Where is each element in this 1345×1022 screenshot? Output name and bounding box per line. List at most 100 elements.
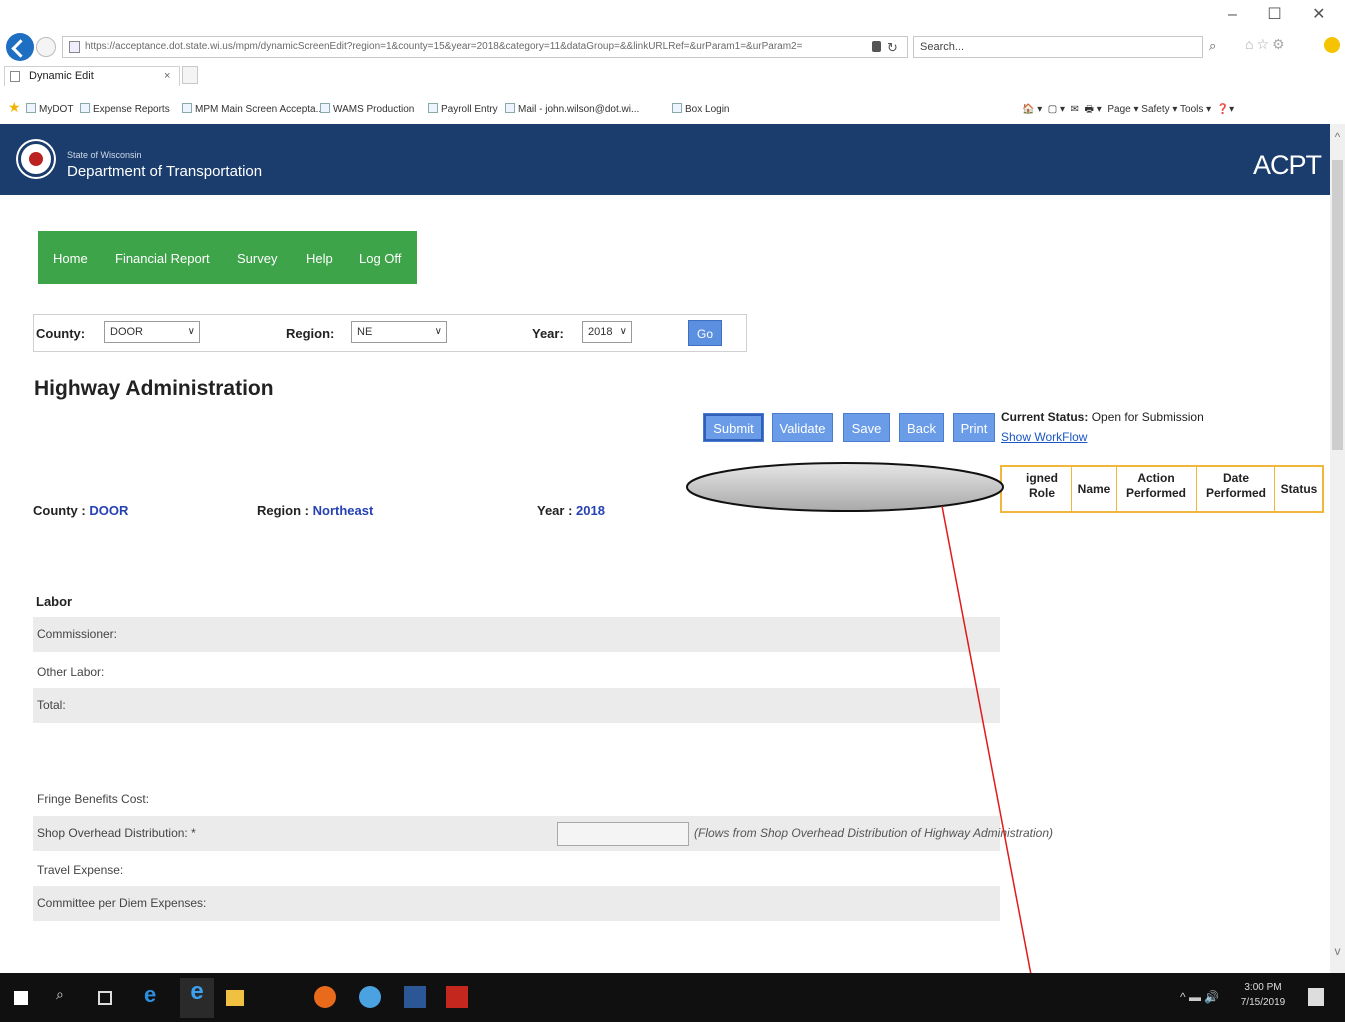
clock-date: 7/15/2019 [1240, 997, 1286, 1008]
row-travel-expense: Travel Expense: [33, 853, 1000, 888]
nav-survey[interactable]: Survey [237, 251, 277, 266]
wf-header-date-performed: Date Performed [1205, 471, 1267, 500]
nav-financial-report[interactable]: Financial Report [115, 251, 210, 266]
region-select[interactable]: NE ∨ [351, 321, 447, 343]
notifications-icon[interactable] [1308, 988, 1324, 1006]
favorite-icon [26, 103, 36, 113]
page-icon [10, 71, 20, 82]
nav-home[interactable]: Home [53, 251, 88, 266]
address-bar[interactable]: https://acceptance.dot.state.wi.us/mpm/d… [62, 36, 908, 58]
submit-button[interactable]: Submit [703, 413, 764, 442]
tab-title: Dynamic Edit [29, 70, 94, 82]
annotation-pointer-line [941, 505, 1041, 1022]
print-button[interactable]: Print [953, 413, 995, 442]
current-status-label: Current Status: [1001, 410, 1089, 424]
chevron-down-icon: ∨ [187, 326, 195, 337]
favorite-mail[interactable]: Mail - john.wilson@dot.wi... [505, 103, 639, 115]
scroll-thumb[interactable] [1332, 160, 1343, 450]
show-workflow-link[interactable]: Show WorkFlow [1001, 430, 1087, 444]
current-status: Current Status: Open for Submission [1001, 410, 1204, 424]
info-region-value: Northeast [312, 503, 374, 518]
page-title: Highway Administration [34, 377, 274, 400]
row-label: Commissioner: [37, 627, 118, 641]
browser-toolbar-icons[interactable]: ⌂☆⚙ [1245, 36, 1288, 53]
row-label: Fringe Benefits Cost: [37, 792, 150, 806]
row-label: Total: [37, 698, 66, 712]
internet-explorer-icon[interactable]: e [180, 978, 214, 1018]
refresh-icon[interactable]: ↻ [887, 40, 898, 56]
new-tab-button[interactable] [182, 66, 198, 84]
search-icon[interactable]: ⌕ [56, 986, 78, 1008]
labor-heading: Labor [36, 594, 73, 609]
task-view-icon[interactable] [98, 991, 112, 1005]
favorite-payroll[interactable]: Payroll Entry [428, 103, 498, 115]
wf-header-name: Name [1077, 482, 1111, 496]
favorites-star-icon[interactable]: ★ [8, 99, 21, 116]
year-select[interactable]: 2018 ∨ [582, 321, 632, 343]
favorite-icon [320, 103, 330, 113]
county-select[interactable]: DOOR ∨ [104, 321, 200, 343]
chevron-up-icon[interactable]: ^ [1330, 130, 1345, 144]
go-button[interactable]: Go [688, 320, 722, 346]
region-label: Region: [286, 326, 335, 341]
back-button[interactable]: Back [899, 413, 944, 442]
search-icon[interactable]: ⌕ [1209, 38, 1216, 54]
chevron-down-icon: ∨ [434, 326, 442, 337]
favorite-mpm[interactable]: MPM Main Screen Accepta... [182, 103, 324, 115]
forward-arrow-icon[interactable] [36, 37, 56, 57]
window-controls[interactable]: – ☐ ✕ [1228, 4, 1338, 24]
skype-icon[interactable] [359, 986, 381, 1008]
tab-dynamic-edit[interactable]: Dynamic Edit [4, 66, 180, 86]
header-state: State of Wisconsin [67, 150, 142, 160]
info-year-label: Year : [537, 503, 573, 518]
back-arrow-icon[interactable] [6, 33, 34, 61]
wf-header-status: Status [1280, 482, 1318, 496]
acrobat-icon[interactable] [446, 986, 468, 1008]
lock-icon[interactable] [872, 41, 881, 52]
favorite-expense-reports[interactable]: Expense Reports [80, 103, 170, 115]
browser-search-input[interactable]: Search... [913, 36, 1203, 58]
chevron-down-icon: ∨ [619, 326, 627, 337]
file-explorer-icon[interactable] [226, 990, 244, 1006]
edge-icon[interactable]: e [144, 982, 166, 1007]
info-region: Region : Northeast [257, 503, 373, 518]
clock-time: 3:00 PM [1244, 982, 1282, 993]
system-tray[interactable]: ^ ▬ 🔊 [1180, 990, 1219, 1004]
nav-help[interactable]: Help [306, 251, 333, 266]
chevron-down-icon[interactable]: v [1330, 944, 1345, 958]
favorite-icon [182, 103, 192, 113]
row-committee-per-diem: Committee per Diem Expenses: [33, 886, 1000, 921]
row-other-labor: Other Labor: [33, 655, 1000, 690]
row-label: Other Labor: [37, 665, 105, 679]
year-label: Year: [532, 326, 564, 341]
favorite-wams[interactable]: WAMS Production [320, 103, 414, 115]
row-fringe-benefits: Fringe Benefits Cost: [33, 782, 1000, 817]
validate-button[interactable]: Validate [772, 413, 833, 442]
nav-log-off[interactable]: Log Off [359, 251, 401, 266]
wisdot-logo-icon [18, 141, 54, 177]
app-title: ACPT [1253, 150, 1322, 180]
word-icon[interactable] [404, 986, 426, 1008]
wf-header-assigned-role: igned Role [1026, 471, 1058, 500]
favorite-box[interactable]: Box Login [672, 103, 729, 115]
row-commissioner: Commissioner: [33, 617, 1000, 652]
save-button[interactable]: Save [843, 413, 890, 442]
county-label: County: [36, 326, 86, 341]
close-icon[interactable]: × [164, 70, 170, 82]
favorite-mydot[interactable]: MyDOT [26, 103, 73, 115]
row-label: Travel Expense: [37, 863, 124, 877]
feedback-smiley-icon[interactable] [1324, 37, 1340, 53]
command-bar[interactable]: 🏠 ▾ ▢ ▾ ✉ 🖶 ▾ Page ▾ Safety ▾ Tools ▾ ❓▾ [1022, 102, 1234, 119]
info-year-value: 2018 [576, 503, 605, 518]
shop-overhead-input[interactable] [557, 822, 689, 846]
box-icon [672, 103, 682, 113]
info-county-label: County : [33, 503, 86, 518]
windows-start-icon[interactable] [14, 991, 28, 1005]
shop-overhead-note: (Flows from Shop Overhead Distribution o… [694, 826, 1054, 840]
taskbar-clock[interactable]: 3:00 PM 7/15/2019 [1240, 980, 1286, 1010]
header-department: Department of Transportation [67, 163, 263, 180]
favorite-icon [428, 103, 438, 113]
info-county-value: DOOR [89, 503, 129, 518]
info-county: County : DOOR [33, 503, 128, 518]
firefox-icon[interactable] [314, 986, 336, 1008]
